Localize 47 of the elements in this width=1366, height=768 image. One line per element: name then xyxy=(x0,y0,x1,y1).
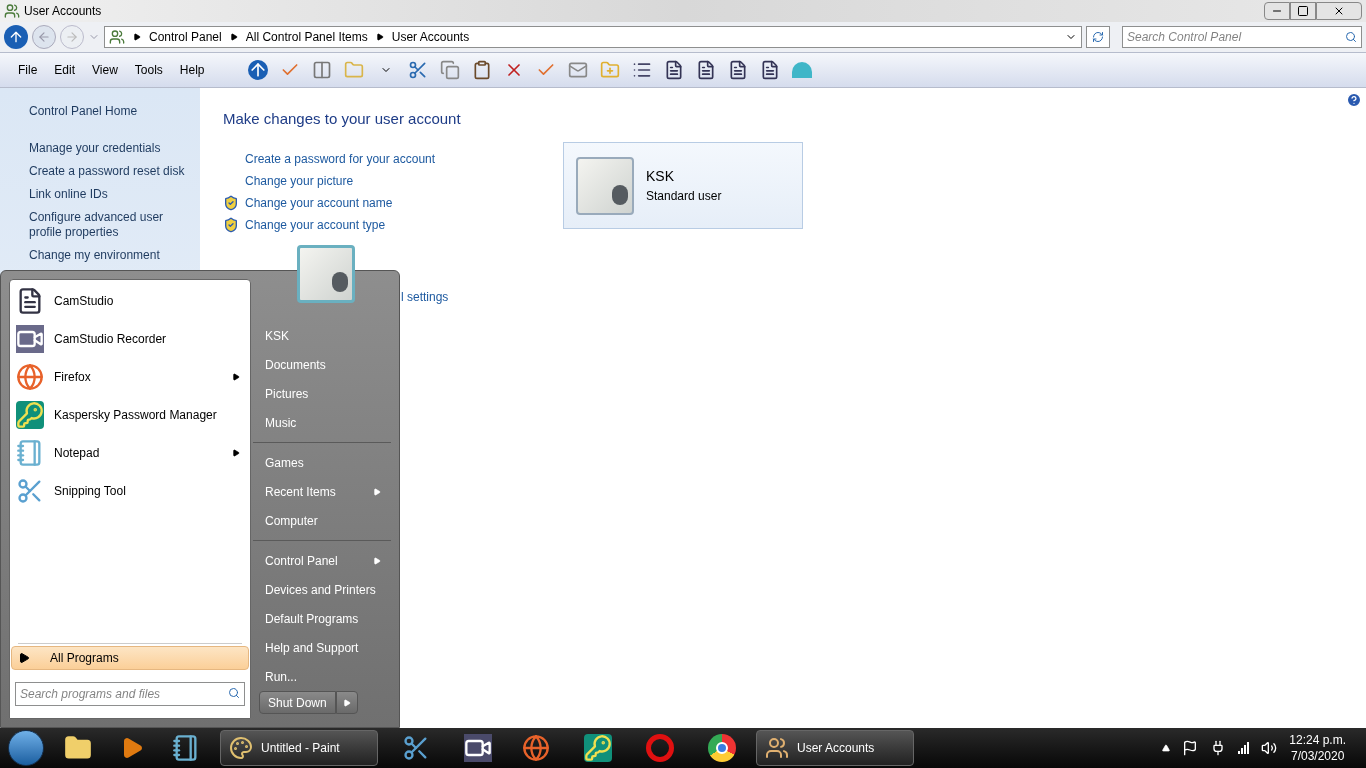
start-menu-place[interactable]: Default Programs xyxy=(253,604,391,633)
breadcrumb[interactable]: All Control Panel Items xyxy=(245,28,368,46)
start-menu-place[interactable]: Control Panel xyxy=(253,546,391,575)
settings-link[interactable]: l settings xyxy=(401,287,563,306)
shut-down-button[interactable]: Shut Down xyxy=(259,691,336,714)
breadcrumb[interactable]: User Accounts xyxy=(391,28,470,46)
taskbar-button[interactable]: User Accounts xyxy=(756,730,914,766)
all-programs-item[interactable]: All Programs xyxy=(11,646,249,670)
menu-item[interactable]: Tools xyxy=(134,61,163,79)
start-menu-place[interactable]: Games xyxy=(253,448,391,477)
clock[interactable]: 12:24 p.m. 7/03/2020 xyxy=(1289,732,1346,764)
account-type: Standard user xyxy=(646,188,722,205)
program-item[interactable]: CamStudio Recorder xyxy=(10,320,250,358)
menu-item[interactable]: Help xyxy=(179,61,205,79)
menu-item[interactable]: View xyxy=(92,61,118,79)
start-menu-place[interactable]: Run... xyxy=(253,662,391,691)
sidebar-link[interactable]: Control Panel Home xyxy=(29,102,196,120)
start-menu-place[interactable]: Recent Items xyxy=(253,477,391,506)
search-field[interactable]: Search Control Panel xyxy=(1122,26,1362,48)
start-menu-place[interactable]: Computer xyxy=(253,506,391,535)
program-item[interactable]: Snipping Tool xyxy=(10,472,250,510)
sidebar-link[interactable]: Change my environment xyxy=(29,248,196,263)
program-item[interactable]: Notepad xyxy=(10,434,250,472)
sidebar-link[interactable]: Configure advanced user profile properties xyxy=(29,210,196,240)
breadcrumb[interactable]: Control Panel xyxy=(149,28,222,46)
taskbar-button[interactable]: Untitled - Paint xyxy=(220,730,378,766)
menu-item[interactable]: File xyxy=(18,61,38,79)
program-item[interactable]: CamStudio xyxy=(10,282,250,320)
page-heading: Make changes to your user account xyxy=(223,109,462,129)
start-menu-place[interactable]: Documents xyxy=(253,350,391,379)
sidebar-link[interactable]: Create a password reset disk xyxy=(29,164,196,179)
start-menu-place[interactable]: Help and Support xyxy=(253,633,391,662)
sidebar-link[interactable]: Manage your credentials xyxy=(29,141,196,156)
start-menu-place[interactable]: Music xyxy=(253,408,391,437)
account-link[interactable]: Change your account name xyxy=(245,193,393,212)
account-name: KSK xyxy=(646,167,675,186)
start-menu-place[interactable]: Devices and Printers xyxy=(253,575,391,604)
menu-item[interactable]: Edit xyxy=(54,61,76,79)
program-item[interactable]: Firefox xyxy=(10,358,250,396)
sidebar-link[interactable]: Link online IDs xyxy=(29,187,196,202)
program-item[interactable]: Kaspersky Password Manager xyxy=(10,396,250,434)
account-link[interactable]: Change your account type xyxy=(245,215,386,234)
account-link[interactable]: Change your picture xyxy=(245,171,354,190)
start-menu-place[interactable]: Pictures xyxy=(253,379,391,408)
program-search-field[interactable]: Search programs and files xyxy=(15,682,245,706)
account-link[interactable]: Create a password for your account xyxy=(245,149,436,168)
window-title: User Accounts xyxy=(24,3,102,20)
